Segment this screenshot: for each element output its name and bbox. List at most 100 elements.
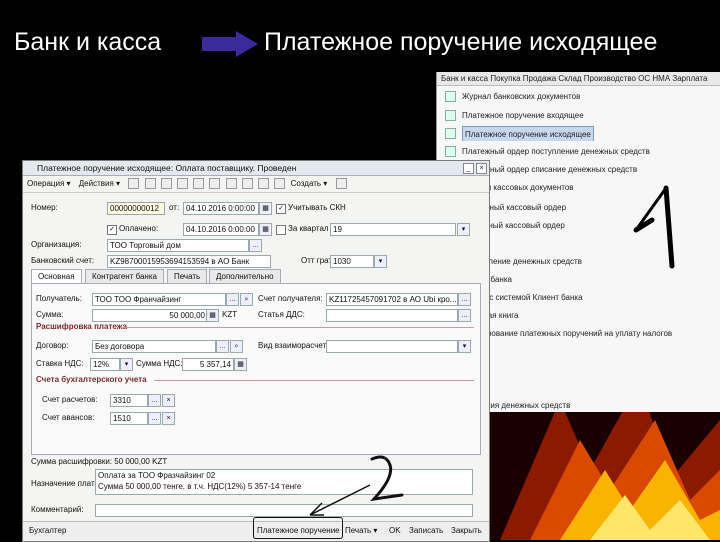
- menu-item[interactable]: Платежное поручение входящее: [437, 108, 720, 123]
- slide-title-left: Банк и касса: [14, 28, 162, 56]
- contract-label: Договор:: [36, 341, 69, 350]
- chevron-down-icon[interactable]: ▾: [458, 340, 471, 353]
- edit-icon[interactable]: [160, 178, 172, 190]
- dt-kt-icon[interactable]: [258, 178, 270, 190]
- dds-field[interactable]: [326, 309, 458, 322]
- chevron-down-icon[interactable]: ▾: [120, 358, 133, 371]
- post-icon[interactable]: [241, 178, 253, 190]
- menu-item[interactable]: Платежный ордер поступление денежных сре…: [437, 144, 720, 159]
- structure-icon[interactable]: [274, 178, 286, 190]
- delete-icon[interactable]: [177, 178, 188, 190]
- right-arrow-icon: [202, 31, 258, 57]
- operation-menu[interactable]: Операция ▾: [27, 176, 71, 192]
- org-label: Организация:: [31, 240, 82, 249]
- comment-label: Комментарий:: [31, 505, 84, 514]
- select-icon[interactable]: …: [458, 293, 471, 306]
- handwritten-two-arrow-icon: [309, 455, 404, 516]
- vat-rate-field[interactable]: 12%: [90, 358, 120, 371]
- journal-icon: [445, 91, 456, 103]
- author-label: Бухгалтер: [29, 526, 67, 535]
- find-icon[interactable]: [209, 178, 221, 190]
- vat-rate-label: Ставка НДС:: [36, 359, 84, 368]
- open-icon[interactable]: ⌕: [230, 340, 243, 353]
- actions-menu[interactable]: Действия ▾: [79, 176, 120, 192]
- calculator-icon[interactable]: ▦: [234, 358, 247, 371]
- date-label: от:: [169, 203, 180, 212]
- calendar-icon[interactable]: ▦: [259, 202, 272, 215]
- paid-checkbox[interactable]: ✓: [107, 225, 117, 235]
- paid-label: Оплачено:: [119, 224, 159, 233]
- menu-item-selected[interactable]: Платежное поручение исходящее: [437, 126, 720, 141]
- kbe-field[interactable]: 1030: [330, 255, 374, 268]
- refresh-icon[interactable]: [193, 178, 205, 190]
- select-icon[interactable]: …: [249, 239, 262, 252]
- chevron-down-icon[interactable]: ▾: [374, 255, 387, 268]
- recipient-account-label: Счет получателя:: [258, 294, 323, 303]
- divider: [154, 380, 474, 381]
- payment-breakdown-heading: Расшифровка платежа: [36, 322, 127, 331]
- recipient-field[interactable]: ТОО ТОО Франчайзинг: [92, 293, 226, 306]
- org-field[interactable]: ТОО Торговый дом: [107, 239, 249, 252]
- dds-label: Статья ДДС:: [258, 310, 305, 319]
- document-toolbar: Операция ▾ Действия ▾ Создать ▾: [23, 176, 489, 193]
- open-icon[interactable]: ⌕: [240, 293, 253, 306]
- document-icon: [445, 128, 456, 140]
- close-button[interactable]: Закрыть: [451, 522, 482, 540]
- bank-field[interactable]: KZ98700015953694153594 в АО Банк: [107, 255, 271, 268]
- contract-field[interactable]: Без договора: [92, 340, 216, 353]
- select-icon[interactable]: …: [148, 394, 161, 407]
- quarter-field[interactable]: 19: [330, 223, 456, 236]
- copy-icon[interactable]: [144, 178, 156, 190]
- number-field[interactable]: 00000000012: [107, 202, 165, 215]
- recipient-label: Получатель:: [36, 294, 82, 303]
- number-label: Номер:: [31, 203, 58, 212]
- quarter-checkbox[interactable]: [276, 225, 286, 235]
- add-icon[interactable]: [128, 178, 140, 190]
- breakdown-total: Сумма расшифровки: 50 000,00 KZT: [31, 457, 168, 466]
- date-field[interactable]: 04.10.2016 0:00:00: [183, 202, 259, 215]
- settlement-field[interactable]: [326, 340, 458, 353]
- advance-account-label: Счет авансов:: [42, 413, 95, 422]
- document-icon: [445, 110, 456, 122]
- vat-checkbox[interactable]: ✓: [276, 204, 286, 214]
- menu-item[interactable]: Журнал банковских документов: [437, 89, 720, 104]
- advance-account-field[interactable]: 1510: [110, 412, 148, 425]
- divider: [120, 327, 474, 328]
- history-icon[interactable]: [225, 178, 237, 190]
- tab-bank[interactable]: Контрагент банка: [85, 269, 164, 283]
- slide-title-right: Платежное поручение исходящее: [264, 28, 658, 56]
- window-titlebar: Платежное поручение исходящее: Оплата по…: [23, 161, 489, 176]
- document-icon: [445, 146, 456, 158]
- vat-label: Учитывать СКН: [288, 203, 346, 212]
- tab-print[interactable]: Печать: [167, 269, 208, 283]
- main-tab-panel: Получатель: ТОО ТОО Франчайзинг … ⌕ Счет…: [31, 283, 481, 455]
- help-icon[interactable]: [335, 178, 347, 190]
- window-title: Платежное поручение исходящее: Оплата по…: [37, 163, 297, 173]
- select-icon[interactable]: …: [148, 412, 161, 425]
- settlement-account-field[interactable]: 3310: [110, 394, 148, 407]
- bank-label: Банковский счет:: [31, 256, 95, 265]
- select-icon[interactable]: …: [458, 309, 471, 322]
- calendar-icon[interactable]: ▦: [259, 223, 272, 236]
- slide-title: Банк и касса Платежное поручение исходящ…: [0, 26, 720, 62]
- create-menu[interactable]: Создать ▾: [291, 176, 328, 192]
- close-icon[interactable]: ×: [476, 163, 487, 174]
- clear-icon[interactable]: ×: [162, 412, 175, 425]
- tab-extra[interactable]: Дополнительно: [209, 269, 281, 283]
- select-icon[interactable]: …: [216, 340, 229, 353]
- sum-label: Сумма:: [36, 310, 64, 319]
- paid-date-field[interactable]: 04.10.2016 0:00:00: [183, 223, 259, 236]
- sum-field[interactable]: 50 000,00: [92, 309, 208, 322]
- chevron-down-icon[interactable]: ▾: [457, 223, 470, 236]
- handwritten-one-icon: [633, 185, 675, 269]
- main-menubar[interactable]: Банк и касса Покупка Продажа Склад Произ…: [437, 72, 720, 86]
- select-icon[interactable]: …: [226, 293, 239, 306]
- vat-sum-field[interactable]: 5 357,14: [182, 358, 234, 371]
- clear-icon[interactable]: ×: [162, 394, 175, 407]
- tab-main[interactable]: Основная: [31, 269, 82, 283]
- calculator-icon[interactable]: ▦: [206, 309, 219, 322]
- minimize-icon[interactable]: _: [463, 163, 474, 174]
- recipient-account-field[interactable]: KZ11725457091702 в АО Ubi кро...: [326, 293, 458, 306]
- annotation-one: 1: [622, 180, 692, 275]
- accounting-heading: Счета бухгалтерского учета: [36, 375, 147, 384]
